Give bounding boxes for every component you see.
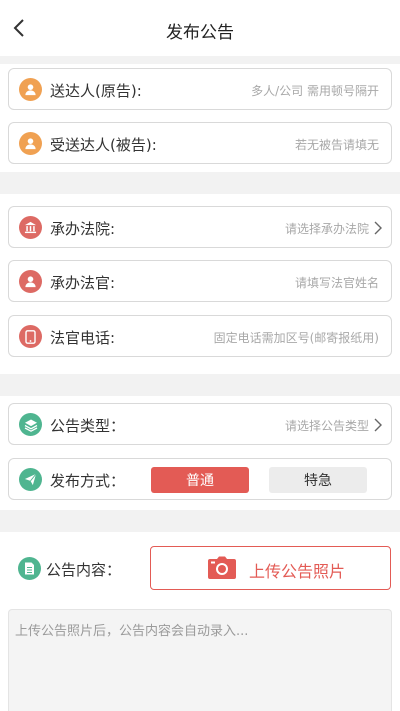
content-label: 公告内容： (46, 561, 122, 579)
recipient-field[interactable]: 受送达人(被告): 若无被告请填无 (8, 122, 392, 164)
sender-label: 送达人(原告): (50, 82, 142, 100)
person-icon (19, 132, 42, 155)
notice-content-textarea[interactable]: 上传公告照片后，公告内容会自动录入... (8, 609, 392, 711)
person-icon (19, 78, 42, 101)
section-divider (0, 374, 400, 396)
judge-phone-field[interactable]: 法官电话: 固定电话需加区号(邮寄报纸用) (8, 315, 392, 357)
court-building-icon (19, 216, 42, 239)
notice-type-label: 公告类型： (50, 417, 126, 435)
judge-field[interactable]: 承办法官: 请填写法官姓名 (8, 260, 392, 302)
judge-phone-placeholder[interactable]: 固定电话需加区号(邮寄报纸用) (214, 329, 379, 346)
section-divider (0, 510, 400, 532)
court-field[interactable]: 承办法院: 请选择承办法院 (8, 206, 392, 248)
judge-label: 承办法官: (50, 274, 116, 292)
page-title: 发布公告 (166, 23, 234, 43)
recipient-placeholder[interactable]: 若无被告请填无 (295, 136, 379, 153)
send-plane-icon (19, 468, 42, 491)
court-placeholder[interactable]: 请选择承办法院 (285, 220, 369, 237)
person-icon (19, 270, 42, 293)
publish-normal-button[interactable]: 普通 (151, 467, 249, 493)
judge-placeholder[interactable]: 请填写法官姓名 (295, 274, 379, 291)
judge-phone-label: 法官电话: (50, 329, 116, 347)
notice-type-field[interactable]: 公告类型： 请选择公告类型 (8, 403, 392, 445)
sender-field[interactable]: 送达人(原告): 多人/公司 需用顿号隔开 (8, 68, 392, 110)
upload-photo-button[interactable]: 上传公告照片 (150, 546, 391, 590)
recipient-label: 受送达人(被告): (50, 136, 157, 154)
sender-placeholder[interactable]: 多人/公司 需用顿号隔开 (251, 82, 379, 99)
camera-icon (208, 556, 236, 579)
notice-content-placeholder: 上传公告照片后，公告内容会自动录入... (15, 624, 249, 639)
court-label: 承办法院: (50, 220, 116, 238)
phone-icon (19, 325, 42, 348)
publish-method-field: 发布方式： 普通 特急 (8, 458, 392, 500)
notice-type-placeholder[interactable]: 请选择公告类型 (285, 417, 369, 434)
chevron-right-icon (374, 418, 382, 432)
publish-urgent-button[interactable]: 特急 (269, 467, 367, 493)
publish-method-label: 发布方式： (50, 472, 126, 490)
chevron-right-icon (374, 221, 382, 235)
upload-photo-label: 上传公告照片 (249, 562, 346, 581)
layers-icon (19, 413, 42, 436)
section-divider (0, 56, 400, 64)
header-bar: 发布公告 (0, 0, 400, 56)
section-divider (0, 172, 400, 194)
document-icon (18, 557, 41, 580)
